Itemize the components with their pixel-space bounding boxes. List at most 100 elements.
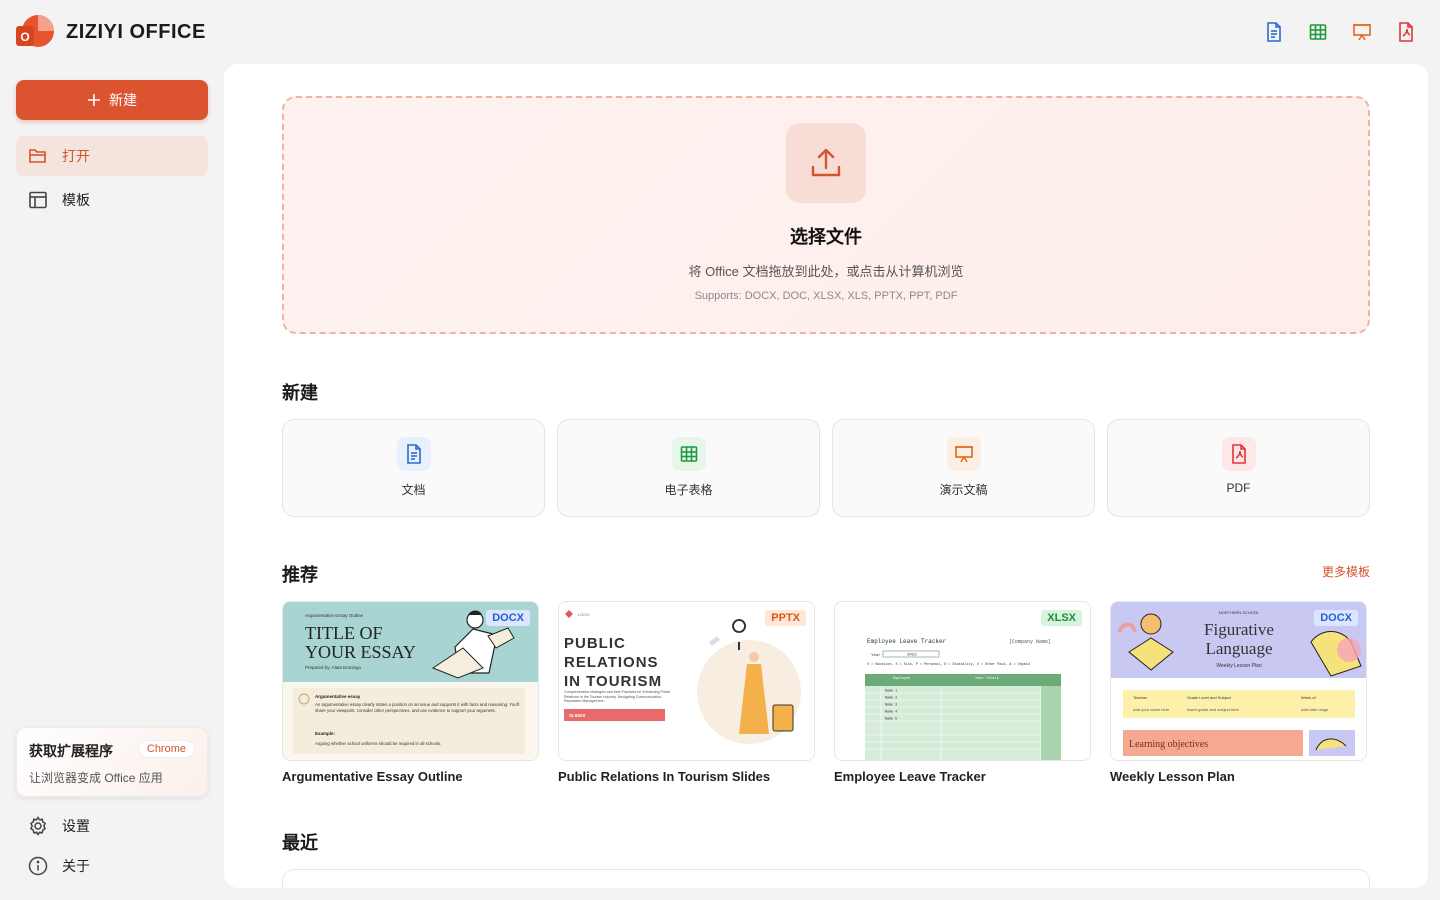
presentation-icon bbox=[946, 437, 981, 471]
template-icon bbox=[29, 191, 47, 209]
file-dropzone[interactable]: 选择文件 将 Office 文档拖放到此处，或点击从计算机浏览 Supports… bbox=[282, 96, 1370, 334]
thumb-box-example-text: Arguing whether school uniforms should b… bbox=[315, 741, 441, 746]
dropzone-description: 将 Office 文档拖放到此处，或点击从计算机浏览 bbox=[688, 264, 964, 279]
thumb-heading-1: Figurative bbox=[1204, 620, 1274, 639]
new-presentation-card[interactable]: 演示文稿 bbox=[832, 419, 1095, 517]
thumb-heading-3: IN TOURISM bbox=[564, 673, 662, 690]
thumb-byline: Prepared by: Alaia Domingo bbox=[305, 665, 362, 670]
thumb-heading-2: YOUR ESSAY bbox=[305, 642, 416, 662]
dropzone-title: 选择文件 bbox=[790, 227, 862, 247]
thumb-year-label: Year bbox=[871, 653, 881, 658]
thumb-row-1: Name 1 bbox=[885, 690, 897, 694]
thumb-row-2: Name 2 bbox=[885, 697, 897, 701]
thumb-heading-2: RELATIONS bbox=[564, 654, 659, 671]
template-thumbnail: LOGO PUBLIC RELATIONS IN TOURISM Compreh… bbox=[558, 601, 815, 761]
template-card[interactable]: LOGO PUBLIC RELATIONS IN TOURISM Compreh… bbox=[558, 601, 815, 784]
file-type-badge: PPTX bbox=[765, 610, 806, 626]
thumb-box-example: Example: bbox=[315, 731, 336, 736]
template-card[interactable]: Argumentative Essay Outline TITLE OF YOU… bbox=[282, 601, 539, 784]
pdf-icon[interactable] bbox=[1394, 20, 1418, 44]
new-file-cards: 文档 电子表格 演示文稿 PDF bbox=[282, 419, 1370, 517]
thumb-heading-2: Language bbox=[1205, 639, 1272, 658]
template-thumbnail: Argumentative Essay Outline TITLE OF YOU… bbox=[282, 601, 539, 761]
card-label: PDF bbox=[1226, 481, 1251, 495]
thumb-company: [Company Name] bbox=[1009, 639, 1051, 645]
folder-icon bbox=[29, 149, 46, 163]
thumb-year: 2023 bbox=[907, 654, 917, 658]
template-name: Argumentative Essay Outline bbox=[282, 769, 463, 784]
top-toolbar bbox=[1262, 20, 1418, 44]
info-icon bbox=[28, 856, 48, 876]
new-pdf-card[interactable]: PDF bbox=[1107, 419, 1370, 517]
document-icon bbox=[396, 437, 431, 471]
file-type-badge: DOCX bbox=[486, 610, 530, 626]
app-name: ZIZIYI OFFICE bbox=[66, 20, 206, 43]
app-logo: O ZIZIYI OFFICE bbox=[16, 14, 206, 50]
main-panel: 选择文件 将 Office 文档拖放到此处，或点击从计算机浏览 Supports… bbox=[224, 64, 1428, 888]
thumb-legend: V = Vacation, S = Sick, P = Personal, D … bbox=[867, 662, 1030, 667]
template-card[interactable]: NORTHERN SCHOOL Figurative Language Week… bbox=[1110, 601, 1367, 784]
new-button[interactable]: 新建 bbox=[16, 80, 208, 120]
upload-icon bbox=[786, 123, 866, 203]
plus-icon bbox=[88, 94, 100, 106]
thumb-col-teacher: Teacher bbox=[1133, 695, 1148, 700]
spreadsheet-icon bbox=[671, 437, 706, 471]
new-document-card[interactable]: 文档 bbox=[282, 419, 545, 517]
document-icon[interactable] bbox=[1262, 20, 1286, 44]
thumb-logo: LOGO bbox=[578, 612, 590, 617]
new-button-label: 新建 bbox=[109, 92, 137, 108]
thumb-val-teacher: Add your name here bbox=[1133, 707, 1170, 712]
thumb-box-title: Argumentative essay bbox=[315, 694, 361, 699]
section-title-recent: 最近 bbox=[282, 833, 318, 853]
file-type-badge: DOCX bbox=[1314, 610, 1358, 626]
thumb-val-grade: Insert grade and subject here bbox=[1187, 707, 1240, 712]
gear-icon bbox=[29, 816, 47, 836]
extension-subtitle: 让浏览器变成 Office 应用 bbox=[29, 771, 163, 785]
thumb-title: Employee Leave Tracker bbox=[867, 638, 947, 645]
card-label: 电子表格 bbox=[664, 483, 713, 497]
template-name: Weekly Lesson Plan bbox=[1110, 769, 1235, 784]
pdf-icon bbox=[1221, 437, 1256, 471]
thumb-col-week: Week of bbox=[1301, 695, 1316, 700]
thumb-sub: Weekly Lesson Plan bbox=[1216, 663, 1261, 669]
spreadsheet-icon[interactable] bbox=[1306, 20, 1330, 44]
new-spreadsheet-card[interactable]: 电子表格 bbox=[557, 419, 820, 517]
section-title-recommended: 推荐 bbox=[282, 565, 318, 585]
template-thumbnail: Employee Leave Tracker [Company Name] Ye… bbox=[834, 601, 1091, 761]
logo-icon: O bbox=[16, 14, 56, 50]
thumb-heading-1: TITLE OF bbox=[305, 623, 382, 643]
template-card[interactable]: Employee Leave Tracker [Company Name] Ye… bbox=[834, 601, 1091, 784]
thumb-row-5: Name 5 bbox=[885, 718, 897, 722]
thumb-slides-button: SLIDES bbox=[569, 713, 585, 718]
sidebar-item-label: 模板 bbox=[62, 192, 90, 208]
template-name: Employee Leave Tracker bbox=[834, 769, 986, 784]
sidebar-item-label: 打开 bbox=[62, 148, 90, 164]
dropzone-supports: Supports: DOCX, DOC, XLSX, XLS, PPTX, PP… bbox=[694, 290, 958, 302]
presentation-icon[interactable] bbox=[1350, 20, 1374, 44]
section-title-new: 新建 bbox=[282, 383, 318, 403]
sidebar-item-about[interactable]: 关于 bbox=[16, 846, 208, 886]
card-label: 演示文稿 bbox=[939, 483, 988, 497]
thumb-col-grade: Grade Level and Subject bbox=[1187, 695, 1232, 700]
more-templates-link[interactable]: 更多模板 bbox=[1322, 563, 1370, 580]
file-type-badge: XLSX bbox=[1041, 610, 1082, 626]
card-label: 文档 bbox=[401, 483, 426, 497]
sidebar-item-settings[interactable]: 设置 bbox=[16, 806, 208, 846]
sidebar-item-open[interactable]: 打开 bbox=[16, 136, 208, 176]
thumb-row-3: Name 3 bbox=[885, 704, 897, 708]
thumb-objectives: Learning objectives bbox=[1129, 739, 1208, 750]
sidebar-item-templates[interactable]: 模板 bbox=[16, 180, 208, 220]
thumb-row-4: Name 4 bbox=[885, 711, 897, 715]
thumb-val-week: Add date range bbox=[1301, 707, 1329, 712]
template-list: Argumentative Essay Outline TITLE OF YOU… bbox=[282, 601, 1370, 784]
thumb-school: NORTHERN SCHOOL bbox=[1219, 610, 1260, 615]
extension-card[interactable]: 获取扩展程序 让浏览器变成 Office 应用 Chrome bbox=[16, 727, 208, 797]
thumb-box-text: An argumentative essay clearly states a … bbox=[315, 702, 520, 713]
thumb-kicker: Argumentative Essay Outline bbox=[305, 613, 364, 618]
chrome-badge: Chrome bbox=[137, 740, 195, 758]
sidebar-item-label: 设置 bbox=[62, 818, 90, 834]
thumb-col-employee: Employee bbox=[893, 676, 910, 681]
sidebar-item-label: 关于 bbox=[62, 858, 90, 874]
thumb-heading-1: PUBLIC bbox=[564, 635, 626, 652]
template-name: Public Relations In Tourism Slides bbox=[558, 769, 771, 784]
